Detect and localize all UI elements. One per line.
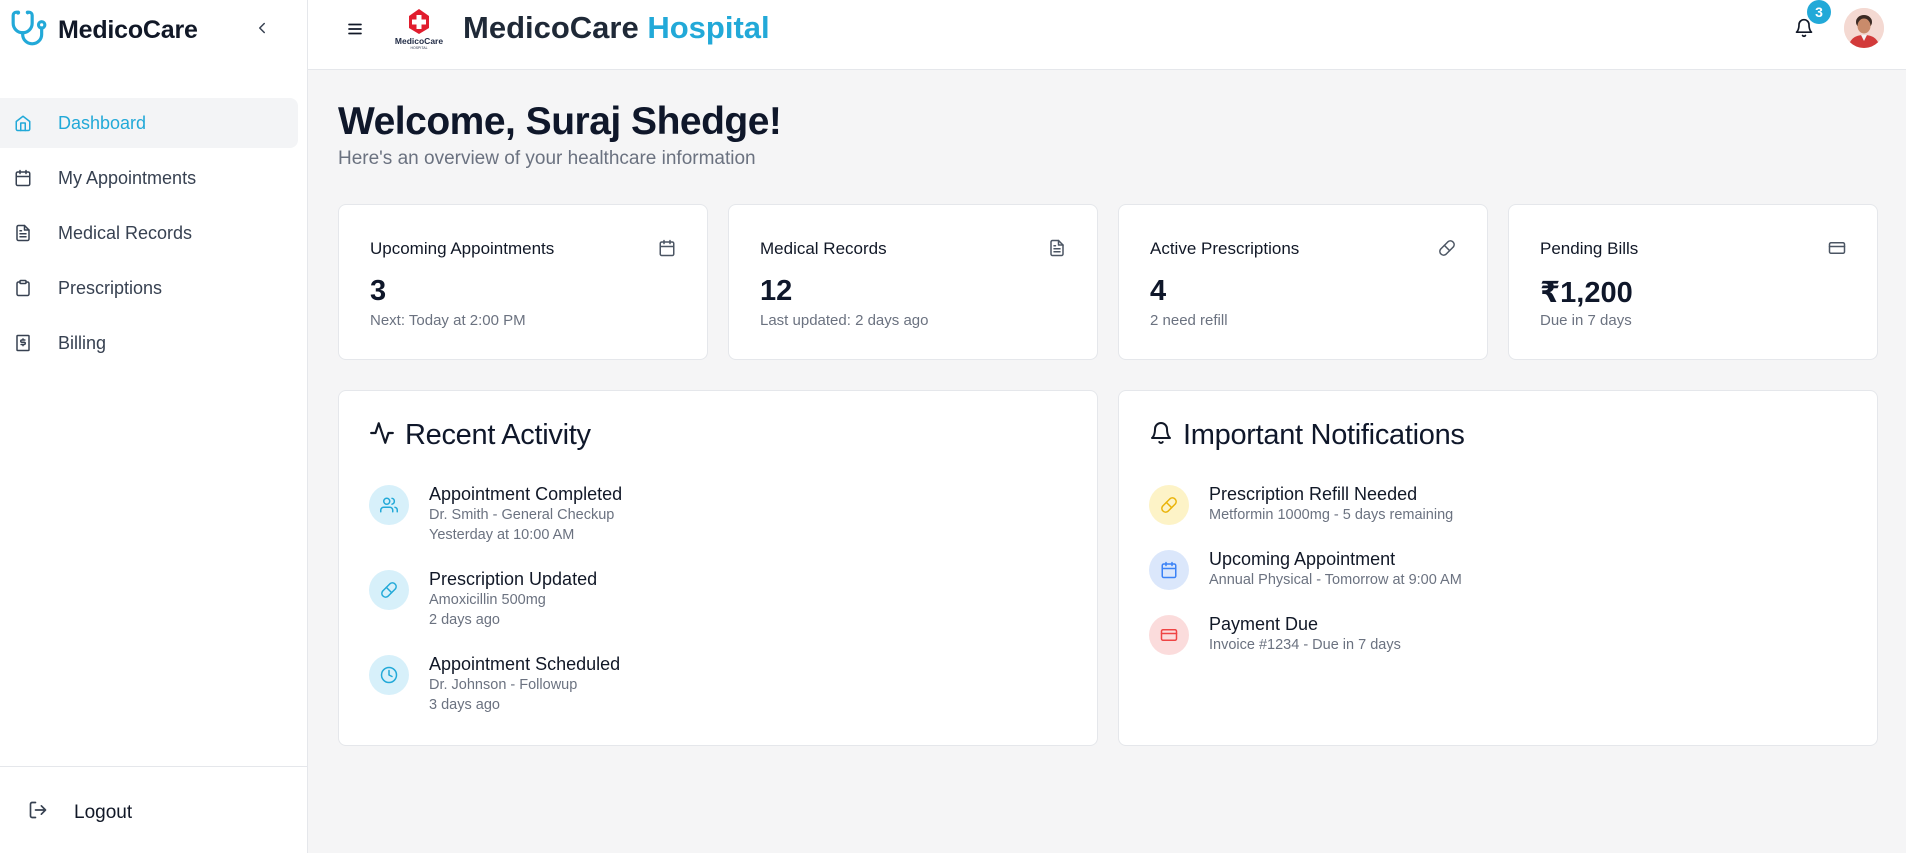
sidebar-item-prescriptions[interactable]: Prescriptions — [0, 263, 298, 313]
sidebar-item-label: My Appointments — [58, 167, 197, 188]
sidebar-item-billing[interactable]: Billing — [0, 318, 298, 368]
panel-title: Recent Activity — [405, 419, 591, 451]
activity-title: Appointment Completed — [429, 484, 623, 504]
notification-item[interactable]: Upcoming Appointment Annual Physical - T… — [1149, 548, 1462, 590]
stat-subtext: Next: Today at 2:00 PM — [370, 312, 526, 329]
stethoscope-icon — [10, 9, 48, 52]
activity-item[interactable]: Prescription Updated Amoxicillin 500mg 2… — [369, 568, 597, 630]
stat-subtext: 2 need refill — [1150, 312, 1228, 329]
stat-card-upcoming-appointments[interactable]: Upcoming Appointments 3 Next: Today at 2… — [338, 204, 708, 360]
sidebar-divider — [0, 766, 307, 767]
sidebar-item-dashboard[interactable]: Dashboard — [0, 98, 298, 148]
stat-title: Active Prescriptions — [1150, 239, 1300, 258]
bell-icon — [1149, 421, 1173, 450]
home-icon — [14, 114, 32, 132]
notification-item[interactable]: Payment Due Invoice #1234 - Due in 7 day… — [1149, 613, 1401, 655]
chevron-left-icon — [259, 22, 265, 34]
stat-subtext: Due in 7 days — [1540, 312, 1632, 329]
stat-card-active-prescriptions[interactable]: Active Prescriptions 4 2 need refill — [1118, 204, 1488, 360]
brand[interactable]: MedicoCare — [10, 8, 198, 52]
hospital-title-part1: MedicoCare — [463, 10, 639, 45]
activity-title: Prescription Updated — [429, 569, 598, 589]
calendar-icon — [657, 238, 677, 258]
svg-text:HOSPITAL: HOSPITAL — [410, 46, 427, 50]
activity-time: 3 days ago — [429, 697, 500, 713]
sidebar-item-my-appointments[interactable]: My Appointments — [0, 153, 298, 203]
activity-time: 2 days ago — [429, 612, 500, 628]
sidebar-item-label: Medical Records — [58, 222, 193, 243]
calendar-icon — [1149, 550, 1189, 590]
top-header: MedicoCare HOSPITAL MedicoCare Hospital … — [308, 0, 1906, 70]
activity-time: Yesterday at 10:00 AM — [429, 527, 575, 543]
stat-card-medical-records[interactable]: Medical Records 12 Last updated: 2 days … — [728, 204, 1098, 360]
notification-title: Upcoming Appointment — [1209, 549, 1396, 569]
activity-detail: Dr. Smith - General Checkup — [429, 507, 615, 523]
panel-header: Recent Activity — [369, 419, 591, 452]
stat-subtext: Last updated: 2 days ago — [760, 312, 929, 329]
important-notifications-panel: Important Notifications Prescription Ref… — [1118, 390, 1878, 746]
stat-value: ₹1,200 — [1540, 277, 1633, 309]
stat-title: Medical Records — [760, 239, 887, 258]
logout-icon — [28, 800, 48, 825]
activity-detail: Amoxicillin 500mg — [429, 592, 546, 608]
pill-icon — [1437, 238, 1457, 258]
collapse-sidebar-button[interactable] — [250, 16, 274, 40]
notification-item[interactable]: Prescription Refill Needed Metformin 100… — [1149, 483, 1453, 525]
stat-title: Upcoming Appointments — [370, 239, 555, 258]
sidebar-item-label: Prescriptions — [58, 277, 163, 298]
sidebar-item-label: Dashboard — [58, 112, 147, 133]
sidebar-nav: Dashboard My Appointments Medical Record… — [0, 98, 298, 373]
activity-icon — [369, 420, 395, 451]
users-icon — [369, 485, 409, 525]
notification-title: Prescription Refill Needed — [1209, 484, 1418, 504]
logout-button[interactable]: Logout — [28, 800, 132, 825]
hospital-logo: MedicoCare HOSPITAL — [394, 6, 444, 50]
pill-icon — [369, 570, 409, 610]
activity-title: Appointment Scheduled — [429, 654, 621, 674]
sidebar: MedicoCare Dashboard My Appointments Med… — [0, 0, 308, 853]
panel-title: Important Notifications — [1183, 419, 1465, 451]
hamburger-icon — [348, 23, 362, 35]
svg-text:MedicoCare: MedicoCare — [395, 36, 443, 46]
credit-card-icon — [1827, 238, 1847, 258]
notification-title: Payment Due — [1209, 614, 1319, 634]
logout-label: Logout — [74, 801, 133, 823]
recent-activity-panel: Recent Activity Appointment Completed Dr… — [338, 390, 1098, 746]
stat-title: Pending Bills — [1540, 239, 1639, 258]
user-avatar[interactable] — [1844, 8, 1884, 48]
clipboard-icon — [14, 279, 32, 297]
hospital-title-part2: Hospital — [647, 10, 770, 45]
file-text-icon — [14, 224, 32, 242]
menu-button[interactable] — [344, 18, 366, 40]
brand-name: MedicoCare — [58, 15, 198, 44]
notification-detail: Invoice #1234 - Due in 7 days — [1209, 637, 1401, 653]
activity-detail: Dr. Johnson - Followup — [429, 677, 578, 693]
hospital-title: MedicoCare Hospital — [463, 10, 770, 46]
calendar-icon — [14, 169, 32, 187]
stat-value: 3 — [370, 275, 387, 307]
stat-value: 4 — [1150, 275, 1167, 307]
file-text-icon — [1047, 238, 1067, 258]
credit-card-icon — [1149, 615, 1189, 655]
sidebar-item-label: Billing — [58, 332, 107, 353]
sidebar-item-medical-records[interactable]: Medical Records — [0, 208, 298, 258]
clock-icon — [369, 655, 409, 695]
activity-item[interactable]: Appointment Scheduled Dr. Johnson - Foll… — [369, 653, 620, 715]
pill-icon — [1149, 485, 1189, 525]
stat-card-pending-bills[interactable]: Pending Bills ₹1,200 Due in 7 days — [1508, 204, 1878, 360]
stat-value: 12 — [760, 275, 793, 307]
activity-item[interactable]: Appointment Completed Dr. Smith - Genera… — [369, 483, 622, 545]
panel-header: Important Notifications — [1149, 419, 1465, 452]
notification-detail: Metformin 1000mg - 5 days remaining — [1209, 507, 1454, 523]
notification-count-badge: 3 — [1807, 0, 1831, 24]
page-title: Welcome, Suraj Shedge! — [338, 100, 782, 143]
notification-detail: Annual Physical - Tomorrow at 9:00 AM — [1209, 572, 1462, 588]
receipt-icon — [14, 334, 32, 352]
page-subtitle: Here's an overview of your healthcare in… — [338, 148, 756, 169]
